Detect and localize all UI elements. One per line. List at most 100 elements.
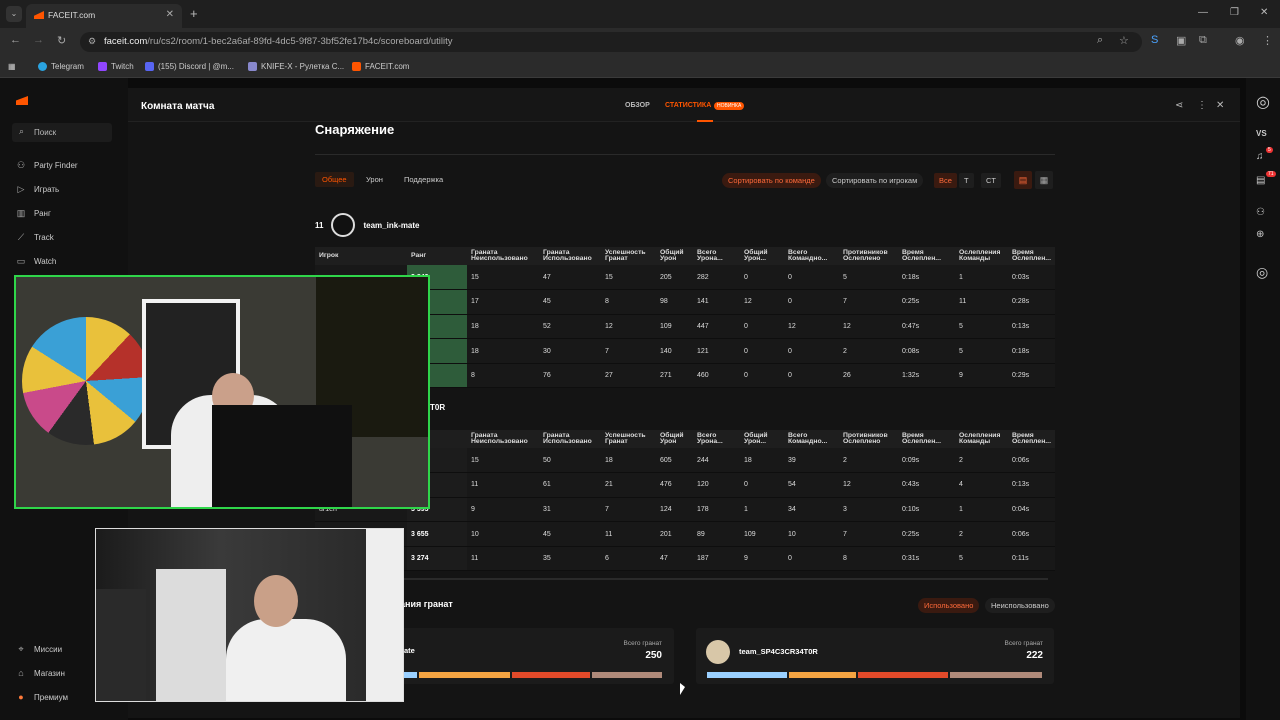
- sort-by-team-button[interactable]: Сортировать по команде: [722, 173, 821, 188]
- table-row[interactable]: 3 274 11 35 6 47 187 9 0 8 0:31s 5 0:11s: [315, 546, 1055, 572]
- subtab-support[interactable]: Поддержка: [404, 175, 443, 184]
- reload-icon[interactable]: ↻: [57, 34, 66, 47]
- add-friend-icon[interactable]: ⊕: [1256, 229, 1264, 240]
- stat-cell: 2: [839, 338, 898, 364]
- col-nades-used[interactable]: Граната Использовано: [539, 247, 601, 265]
- team2-bar-smoke: [707, 672, 787, 678]
- col-total-damage[interactable]: Общий Урон: [656, 430, 693, 448]
- more-options-icon[interactable]: ⋮: [1197, 100, 1207, 111]
- stat-cell: 0:03s: [1008, 265, 1055, 291]
- side-ct-button[interactable]: CT: [981, 173, 1001, 188]
- bookmark-star-icon[interactable]: ☆: [1119, 34, 1129, 47]
- sort-by-player-button[interactable]: Сортировать по игрокам: [826, 173, 924, 188]
- nav-shop[interactable]: ⌂ Магазин: [16, 668, 65, 678]
- col-damage-total3[interactable]: Общий Урон...: [740, 430, 784, 448]
- col-flash-time[interactable]: Время Ослеплен...: [898, 430, 955, 448]
- team1-nades-total-label: Всего гранат: [623, 640, 663, 647]
- col-nades-unused[interactable]: Граната Неиспользовано: [467, 247, 539, 265]
- bookmark-twitch[interactable]: Twitch: [98, 62, 134, 71]
- address-bar[interactable]: ⚙ faceit.com/ru/cs2/room/1-bec2a6af-89fd…: [80, 32, 1142, 52]
- col-nade-success[interactable]: Успешность Гранат: [601, 247, 656, 265]
- zoom-icon[interactable]: ⌕: [1097, 34, 1103, 47]
- back-icon[interactable]: ←: [10, 34, 21, 46]
- col-damage-total2[interactable]: Всего Урона...: [693, 247, 740, 265]
- stat-cell: 11: [955, 289, 1008, 315]
- team2-header: T0R: [430, 403, 445, 412]
- col-player[interactable]: Игрок: [315, 247, 407, 265]
- col-rank[interactable]: Ранг: [407, 247, 467, 265]
- table-row[interactable]: 3 655 10 45 11 201 89 109 10 7 0:25s 2 0:06s: [315, 521, 1055, 547]
- notifications-bell-icon[interactable]: ♫ 5: [1256, 147, 1273, 162]
- club-avatar-icon[interactable]: ◎: [1256, 264, 1268, 281]
- nav-rank[interactable]: ▥ Ранг: [16, 208, 51, 219]
- new-tab-button[interactable]: +: [190, 6, 198, 21]
- subtab-damage[interactable]: Урон: [366, 175, 383, 184]
- stat-cell: 47: [656, 546, 693, 572]
- minimize-icon[interactable]: —: [1198, 7, 1208, 18]
- nav-premium[interactable]: ● Премиум: [16, 692, 68, 702]
- col-damage-total3[interactable]: Общий Урон...: [740, 247, 784, 265]
- col-enemies-flashed[interactable]: Противников Ослеплено: [839, 430, 898, 448]
- side-all-button[interactable]: Все: [934, 173, 957, 188]
- nav-party-finder[interactable]: ⚇ Party Finder: [16, 160, 78, 171]
- close-tab-icon[interactable]: ✕: [166, 9, 174, 20]
- stat-cell: 61: [539, 472, 601, 498]
- col-nade-success[interactable]: Успешность Гранат: [601, 430, 656, 448]
- nav-play[interactable]: ▷ Играть: [16, 184, 60, 195]
- horizontal-scrollbar[interactable]: [400, 578, 1048, 580]
- team2-name-partial[interactable]: T0R: [430, 403, 445, 412]
- chat-icon[interactable]: ▤ 71: [1256, 171, 1276, 186]
- stat-cell: 476: [656, 472, 693, 498]
- col-flash-time[interactable]: Время Ослеплен...: [898, 247, 955, 265]
- col-enemies-flashed[interactable]: Противников Ослеплено: [839, 247, 898, 265]
- table-view-icon[interactable]: ▤: [1014, 171, 1032, 189]
- team1-name[interactable]: team_ink-mate: [363, 221, 419, 230]
- col-team-damage[interactable]: Всего Командно...: [784, 247, 839, 265]
- subtab-general[interactable]: Общее: [315, 172, 354, 187]
- col-damage-total2[interactable]: Всего Урона...: [693, 430, 740, 448]
- stat-cell: 9: [955, 363, 1008, 389]
- nades-unused-toggle[interactable]: Неиспользовано: [985, 598, 1055, 613]
- url-path: /ru/cs2/room/1-bec2a6af-89fd-4dc5-9f87-3…: [147, 36, 453, 47]
- list-view-icon[interactable]: ▦: [1035, 171, 1053, 189]
- nav-track[interactable]: ⟋ Track: [16, 232, 54, 243]
- col-team-flash-time[interactable]: Время Ослеплен...: [1008, 247, 1055, 265]
- close-window-icon[interactable]: ✕: [1260, 7, 1268, 18]
- apps-grid-icon[interactable]: ▦: [8, 62, 16, 71]
- col-team-flash-time[interactable]: Время Ослеплен...: [1008, 430, 1055, 448]
- col-nades-used[interactable]: Граната Использовано: [539, 430, 601, 448]
- profile-avatar-icon[interactable]: ◉: [1235, 34, 1245, 47]
- extension-icon[interactable]: ▣: [1176, 34, 1186, 47]
- col-team-flashes[interactable]: Ослепления Команды: [955, 430, 1008, 448]
- maximize-icon[interactable]: ❐: [1230, 7, 1239, 18]
- versus-button[interactable]: VS: [1256, 129, 1267, 138]
- col-team-damage[interactable]: Всего Командно...: [784, 430, 839, 448]
- close-modal-icon[interactable]: ✕: [1216, 100, 1224, 111]
- bookmark-faceit[interactable]: FACEIT.com: [352, 62, 409, 71]
- tab-statistics[interactable]: СТАТИСТИКА: [665, 102, 711, 109]
- friends-icon[interactable]: ⚇: [1256, 207, 1265, 218]
- share-icon[interactable]: ⋖: [1175, 100, 1183, 111]
- col-team-flashes[interactable]: Ослепления Команды: [955, 247, 1008, 265]
- tab-overview[interactable]: ОБЗОР: [625, 102, 650, 109]
- tab-list-button[interactable]: ⌄: [6, 6, 22, 22]
- side-t-button[interactable]: T: [959, 173, 974, 188]
- bookmark-discord[interactable]: (155) Discord | @m...: [145, 62, 234, 71]
- bookmark-knifex[interactable]: KNIFE-X - Рулетка С...: [248, 62, 344, 71]
- forward-icon[interactable]: →: [33, 34, 44, 46]
- extension-s-icon[interactable]: S: [1151, 34, 1158, 46]
- nades-used-toggle[interactable]: Использовано: [918, 598, 980, 613]
- stat-cell: 7: [839, 521, 898, 547]
- nav-missions[interactable]: ⌖ Миссии: [16, 644, 62, 655]
- col-nades-unused[interactable]: Граната Неиспользовано: [467, 430, 539, 448]
- browser-tab[interactable]: FACEIT.com ✕: [26, 4, 182, 28]
- stat-cell: 201: [656, 521, 693, 547]
- nav-watch[interactable]: ▭ Watch: [16, 256, 57, 267]
- extensions-puzzle-icon[interactable]: ⧉: [1199, 34, 1207, 47]
- site-info-icon[interactable]: ⚙: [88, 36, 96, 47]
- search-input[interactable]: ⌕ Поиск: [12, 123, 112, 142]
- profile-avatar-icon[interactable]: ◎: [1256, 92, 1270, 112]
- bookmark-telegram[interactable]: Telegram: [38, 62, 84, 71]
- browser-menu-icon[interactable]: ⋮: [1262, 34, 1273, 47]
- col-total-damage[interactable]: Общий Урон: [656, 247, 693, 265]
